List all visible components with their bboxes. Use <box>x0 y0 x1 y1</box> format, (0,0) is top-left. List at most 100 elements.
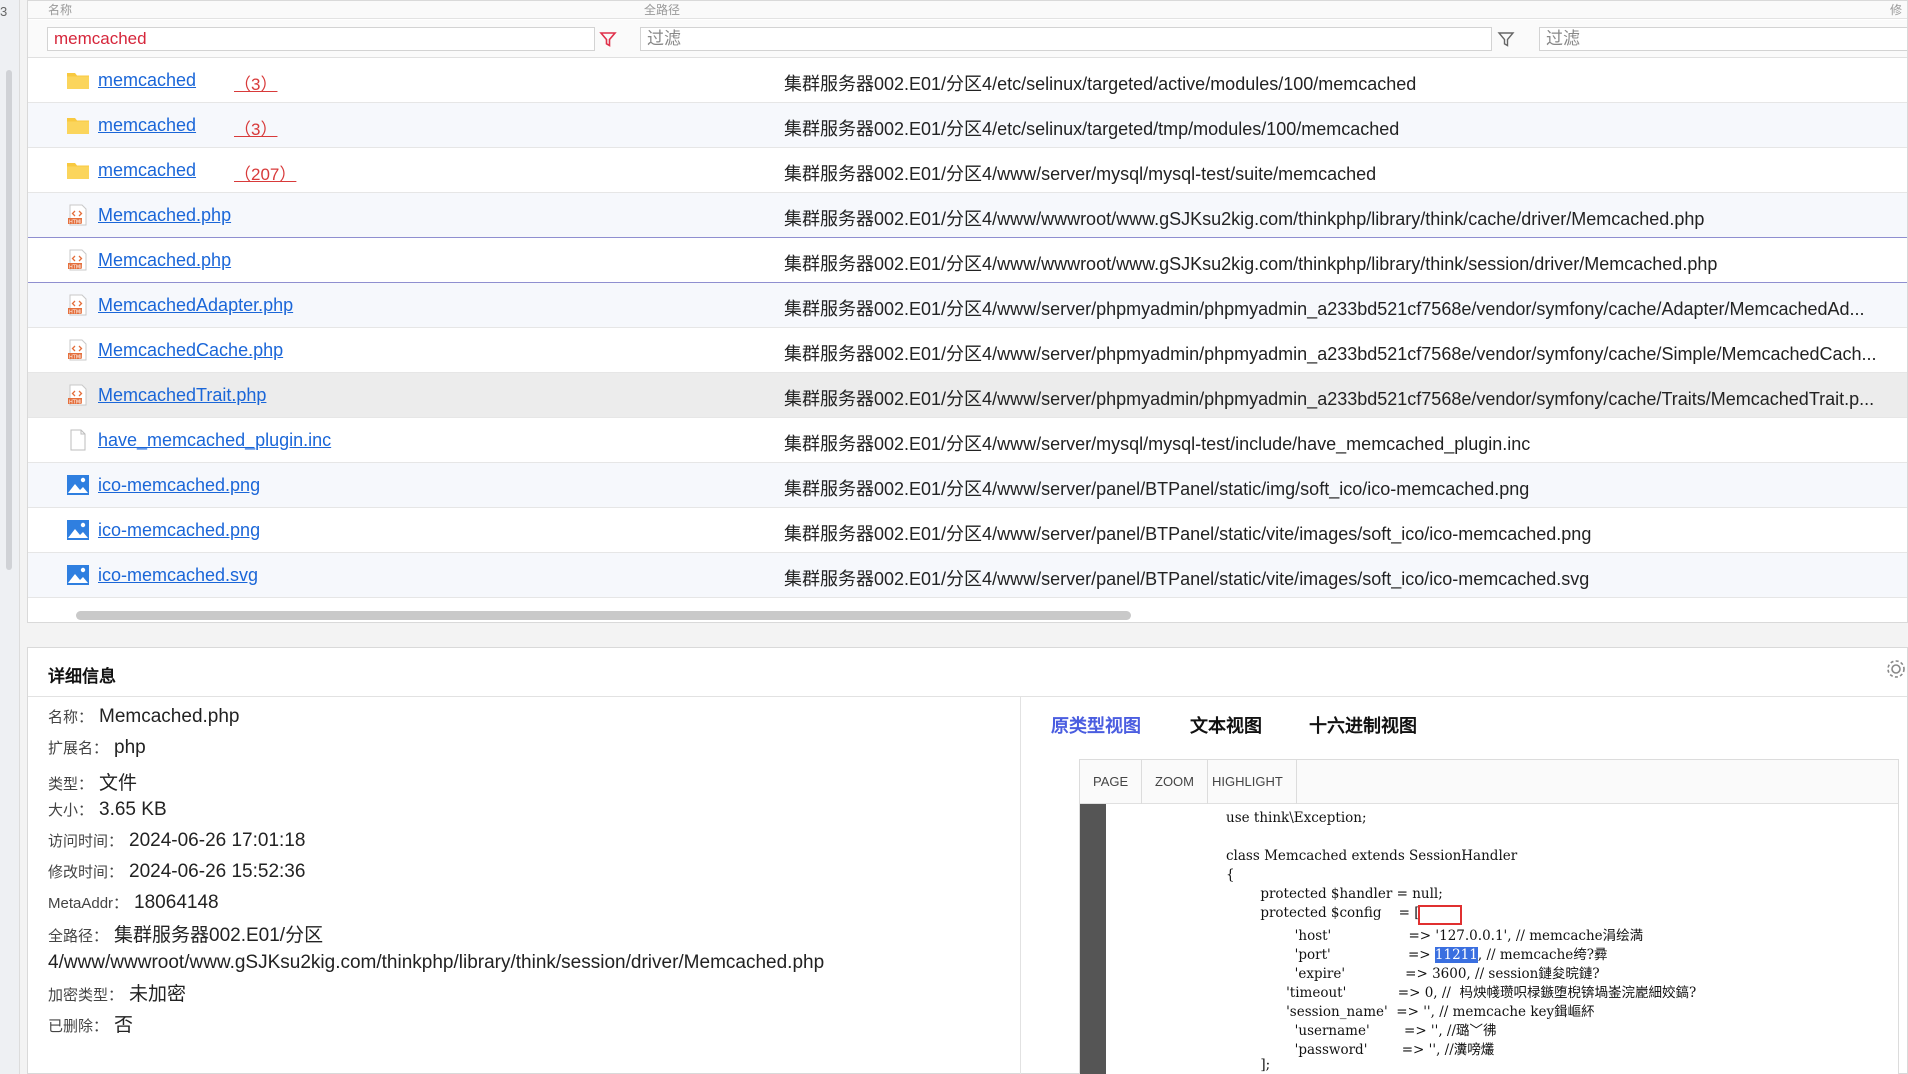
property-value: 2024-06-26 15:52:36 <box>129 861 306 882</box>
property-value: 文件 <box>99 773 138 794</box>
property-value: 否 <box>114 1015 134 1036</box>
result-row[interactable]: HTML MemcachedAdapter.php 集群服务器002.E01/分区4… <box>28 283 1907 328</box>
property-item: 修改时间： 2024-06-26 15:52:36 <box>48 861 305 883</box>
result-row[interactable]: HTML MemcachedCache.php 集群服务器002.E01/分区4/w… <box>28 328 1907 373</box>
result-path: 集群服务器002.E01/分区4/etc/selinux/targeted/ac… <box>784 74 1417 94</box>
viewer-sidebar <box>1080 804 1106 1074</box>
svg-text:HTML: HTML <box>69 354 83 360</box>
property-item: 加密类型： 未加密 <box>48 979 186 1006</box>
gear-icon[interactable] <box>1885 658 1907 680</box>
folder-icon <box>66 159 90 181</box>
divider <box>28 696 1907 697</box>
code-line: 'port' => 11211, // memcache绔?彛 <box>1226 943 1608 963</box>
tab-hex-view[interactable]: 十六进制视图 <box>1309 712 1417 738</box>
tab-native-view[interactable]: 原类型视图 <box>1051 712 1141 738</box>
result-count[interactable]: （207） <box>234 160 296 185</box>
code-line: 'host' => '127.0.0.1', // memcache涓绘満 <box>1226 928 1644 944</box>
result-path: 集群服务器002.E01/分区4/www/server/phpmyadmin/p… <box>784 389 1875 409</box>
page-button[interactable]: PAGE <box>1080 760 1143 804</box>
result-row[interactable]: ico-memcached.png 集群服务器002.E01/分区4/www/se… <box>28 508 1907 553</box>
result-row[interactable]: memcached （3） 集群服务器002.E01/分区4/etc/selinux… <box>28 103 1907 148</box>
property-item: 类型： 文件 <box>48 768 137 795</box>
panel-splitter[interactable] <box>1020 697 1021 1074</box>
highlighted-match: 11211 <box>1434 947 1478 963</box>
result-name-link[interactable]: MemcachedTrait.php <box>98 385 266 406</box>
property-key: 修改时间： <box>48 864 124 881</box>
result-row[interactable]: memcached （3） 集群服务器002.E01/分区4/etc/selinux… <box>28 58 1907 103</box>
result-row[interactable]: ico-memcached.png 集群服务器002.E01/分区4/www/se… <box>28 463 1907 508</box>
result-path: 集群服务器002.E01/分区4/www/server/panel/BTPane… <box>784 569 1590 589</box>
property-value: 未加密 <box>129 984 187 1005</box>
result-name-link[interactable]: have_memcached_plugin.inc <box>98 430 331 451</box>
result-path: 集群服务器002.E01/分区4/www/wwwroot/www.gSJKsu2… <box>784 254 1718 274</box>
result-row[interactable]: HTML Memcached.php 集群服务器002.E01/分区4/www/ww… <box>28 238 1907 283</box>
code-line: { <box>1226 867 1235 883</box>
column-header-name[interactable]: 名称 <box>48 1 72 18</box>
code-comment: , // memcache绔?彛 <box>1477 947 1608 963</box>
folder-icon <box>66 114 90 136</box>
path-filter-input[interactable]: 过滤 <box>640 27 1492 51</box>
code-text: 'port' => <box>1226 947 1431 963</box>
code-line: 'session_name' => '', // memcache key鍓嶇紑 <box>1226 1004 1595 1020</box>
file-viewer: PAGE ZOOM HIGHLIGHT use think\Exception;… <box>1079 759 1899 1074</box>
result-name-link[interactable]: memcached <box>98 70 196 91</box>
result-count[interactable]: （3） <box>234 115 277 140</box>
svg-text:HTML: HTML <box>69 309 83 315</box>
tab-text-view[interactable]: 文本视图 <box>1190 712 1262 738</box>
result-name-link[interactable]: memcached <box>98 115 196 136</box>
name-filter-input[interactable]: memcached <box>47 27 595 51</box>
result-row[interactable]: HTML Memcached.php 集群服务器002.E01/分区4/www/ww… <box>28 193 1907 238</box>
result-path: 集群服务器002.E01/分区4/etc/selinux/targeted/tm… <box>784 119 1400 139</box>
property-item: 大小： 3.65 KB <box>48 799 167 821</box>
horizontal-scrollbar[interactable] <box>76 611 1131 620</box>
left-strip-mark: 3 <box>0 4 8 19</box>
result-row[interactable]: memcached （207） 集群服务器002.E01/分区4/www/serve… <box>28 148 1907 193</box>
folder-icon <box>66 69 90 91</box>
third-filter-input[interactable]: 过滤 <box>1539 27 1907 51</box>
result-name-link[interactable]: MemcachedCache.php <box>98 340 283 361</box>
property-key: 扩展名： <box>48 740 109 757</box>
column-header-third[interactable]: 修 <box>1890 1 1902 18</box>
html-file-icon: HTML <box>66 204 90 226</box>
result-path: 集群服务器002.E01/分区4/www/server/panel/BTPane… <box>784 524 1592 544</box>
property-item: 扩展名： php <box>48 737 146 759</box>
svg-text:HTML: HTML <box>69 264 83 270</box>
image-icon <box>66 564 90 586</box>
result-path: 集群服务器002.E01/分区4/www/server/phpmyadmin/p… <box>784 344 1877 364</box>
left-scroll-thumb[interactable] <box>6 70 12 570</box>
result-name-link[interactable]: ico-memcached.png <box>98 475 260 496</box>
property-value: 集群服务器002.E01/分区4/www/wwwroot/www.gSJKsu2… <box>48 925 825 973</box>
property-item: 名称： Memcached.php <box>48 706 239 728</box>
column-header-path[interactable]: 全路径 <box>644 1 680 18</box>
result-name-link[interactable]: MemcachedAdapter.php <box>98 295 293 316</box>
image-icon <box>66 519 90 541</box>
result-row[interactable]: ico-memcached.svg 集群服务器002.E01/分区4/www/se… <box>28 553 1907 598</box>
result-name-link[interactable]: ico-memcached.svg <box>98 565 258 586</box>
result-count[interactable]: （3） <box>234 70 277 95</box>
details-panel: 详细信息 名称： Memcached.php 扩展名： php 类型： 文件 大小： 3.65… <box>27 647 1908 1074</box>
property-key: 已删除： <box>48 1018 109 1035</box>
result-name-link[interactable]: ico-memcached.png <box>98 520 260 541</box>
column-header-row: 名称 全路径 修 <box>28 1 1907 19</box>
left-scrollbar[interactable]: 3 <box>0 0 20 1074</box>
result-name-link[interactable]: Memcached.php <box>98 250 231 271</box>
code-line: protected $handler = null; <box>1226 886 1443 902</box>
result-row[interactable]: have_memcached_plugin.inc 集群服务器002.E01/分区… <box>28 418 1907 463</box>
property-item: MetaAddr： 18064148 <box>48 892 219 914</box>
result-path: 集群服务器002.E01/分区4/www/server/panel/BTPane… <box>784 479 1530 499</box>
property-key: 类型： <box>48 776 94 793</box>
highlight-button[interactable]: HIGHLIGHT <box>1199 760 1297 804</box>
filter-row: memcached 过滤 过滤 <box>28 20 1907 58</box>
result-path: 集群服务器002.E01/分区4/www/server/mysql/mysql-… <box>784 164 1377 184</box>
property-value: 3.65 KB <box>99 799 167 820</box>
result-name-link[interactable]: memcached <box>98 160 196 181</box>
result-name-link[interactable]: Memcached.php <box>98 205 231 226</box>
result-path: 集群服务器002.E01/分区4/www/server/phpmyadmin/p… <box>784 299 1865 319</box>
property-key: 全路径： <box>48 928 109 945</box>
result-row[interactable]: HTML MemcachedTrait.php 集群服务器002.E01/分区4/w… <box>28 373 1907 418</box>
filter-active-icon[interactable] <box>599 30 617 48</box>
filter-icon[interactable] <box>1497 30 1515 48</box>
search-hit-marker <box>1418 905 1462 925</box>
svg-text:HTML: HTML <box>69 219 83 225</box>
image-icon <box>66 474 90 496</box>
